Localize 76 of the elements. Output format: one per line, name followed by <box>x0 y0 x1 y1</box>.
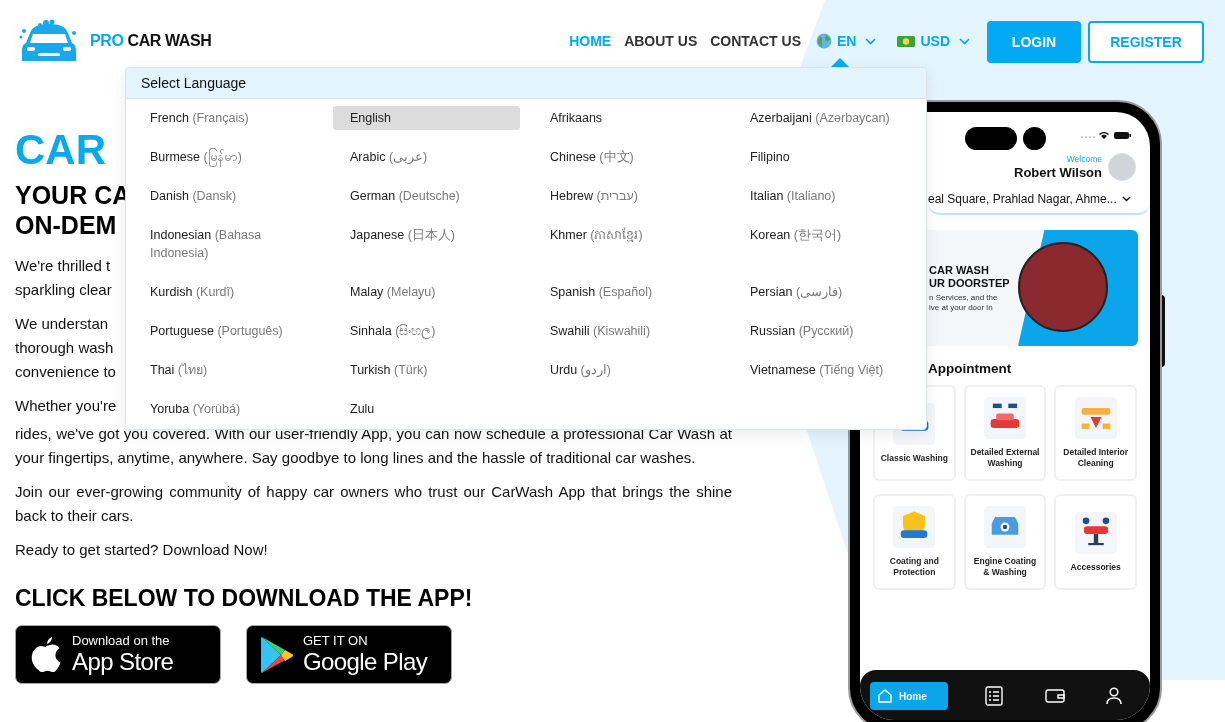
service-card[interactable]: Detailed Interior Cleaning <box>1054 385 1137 482</box>
language-option[interactable]: Khmer (ភាសាខ្មែរ) <box>533 223 720 265</box>
paragraph-text: We're thrilled t <box>15 256 111 276</box>
download-heading: CLICK BELOW TO DOWNLOAD THE APP! <box>15 584 473 613</box>
paragraph-text: We understan <box>15 314 109 334</box>
banner-text: ive at your door in <box>929 303 994 313</box>
language-option[interactable]: English <box>333 106 520 130</box>
dynamic-island <box>965 126 1017 150</box>
language-option[interactable]: Burmese (မြန်မာ) <box>133 145 320 169</box>
camera-lens <box>1023 126 1046 150</box>
banknote-icon <box>897 35 916 47</box>
language-option[interactable]: German (Deutsche) <box>333 184 520 208</box>
service-card[interactable]: Coating and Protection <box>873 494 956 591</box>
section-title: Appointment <box>928 360 1012 378</box>
language-option[interactable]: Italian (Italiano) <box>733 184 920 208</box>
language-option[interactable]: Portuguese (Português) <box>133 319 320 343</box>
banner-text: n Services, and the <box>929 293 999 303</box>
language-option[interactable]: Spanish (Español) <box>533 280 720 304</box>
google-play-logo-icon <box>259 634 295 675</box>
language-option[interactable]: Kurdish (Kurdî) <box>133 280 320 304</box>
language-option[interactable]: Japanese (日本人) <box>333 223 520 265</box>
service-icon <box>1074 511 1117 554</box>
checklist-icon <box>985 686 1004 706</box>
language-option[interactable]: Thai (ไทย) <box>133 358 320 382</box>
status-icons <box>1080 130 1132 140</box>
logo[interactable]: PRO CAR WASH <box>18 19 212 63</box>
app-store-badge[interactable]: Download on the App Store <box>15 625 221 684</box>
hero-title: CAR <box>15 126 106 174</box>
google-play-badge[interactable]: GET IT ON Google Play <box>246 625 452 684</box>
chevron-down-icon <box>959 37 970 45</box>
paragraph-text: Ready to get started? Download Now! <box>15 540 269 560</box>
language-option[interactable]: Russian (Русский) <box>733 319 920 343</box>
menu-title: Select Language <box>126 68 926 99</box>
language-option[interactable]: Vietnamese (Tiếng Việt) <box>733 358 920 382</box>
paragraph-text: thorough wash <box>15 338 114 358</box>
language-option[interactable]: Afrikaans <box>533 106 720 130</box>
paragraph-text: sparkling clear <box>15 280 112 300</box>
paragraph-text: convenience to <box>15 362 116 382</box>
language-option[interactable]: Swahili (Kiswahili) <box>533 319 720 343</box>
banner-heading: UR DOORSTEP <box>929 277 1011 290</box>
service-card[interactable]: Detailed External Washing <box>963 385 1047 482</box>
language-option[interactable]: Filipino <box>733 145 920 169</box>
language-option[interactable]: Korean (한국어) <box>733 223 920 265</box>
nav-link[interactable]: CONTACT US <box>710 30 801 52</box>
paragraph-text: Join our ever-growing community of happy car owners who trust our CarWash App that brings the shine back to their cars. <box>15 482 732 526</box>
language-option[interactable]: Azerbaijani (Azərbaycan) <box>733 106 920 130</box>
avatar <box>1108 153 1136 181</box>
language-option[interactable]: Indonesian (Bahasa Indonesia) <box>133 223 320 265</box>
globe-icon <box>816 33 832 49</box>
chevron-down-icon <box>865 37 877 45</box>
welcome-text: Welcome <box>1066 153 1102 165</box>
banner-heading: CAR WASH <box>929 264 990 277</box>
service-card[interactable]: Engine Coating & Washing <box>963 494 1047 591</box>
language-option[interactable]: French (Français) <box>133 106 320 130</box>
language-option[interactable]: Danish (Dansk) <box>133 184 320 208</box>
service-card[interactable]: Accessories <box>1054 494 1137 591</box>
service-icon <box>984 506 1026 549</box>
hero-subtitle: ON-DEM <box>15 210 117 240</box>
nav-link[interactable]: ABOUT US <box>624 30 698 52</box>
service-icon <box>893 506 936 549</box>
address-selector[interactable]: eal Square, Prahlad Nagar, Ahme... <box>928 185 1150 215</box>
person-icon <box>1106 687 1122 705</box>
service-icon <box>984 397 1026 440</box>
language-option[interactable]: Turkish (Türk) <box>333 358 520 382</box>
chevron-down-icon <box>1121 196 1131 202</box>
language-option[interactable]: Sinhala (සිංහල) <box>333 319 520 343</box>
service-icon <box>1074 397 1117 440</box>
wallet-icon <box>1044 688 1065 704</box>
home-icon <box>877 688 893 704</box>
language-option[interactable]: Chinese (中文) <box>533 145 720 169</box>
language-option[interactable]: Yoruba (Yorùbá) <box>133 397 320 421</box>
language-option[interactable]: Zulu <box>333 397 520 421</box>
logo-text: PRO CAR WASH <box>90 31 212 51</box>
language-option[interactable]: Malay (Melayu) <box>333 280 520 304</box>
paragraph-text: Whether you're <box>15 396 117 416</box>
user-name: Robert Wilson <box>1014 165 1102 181</box>
